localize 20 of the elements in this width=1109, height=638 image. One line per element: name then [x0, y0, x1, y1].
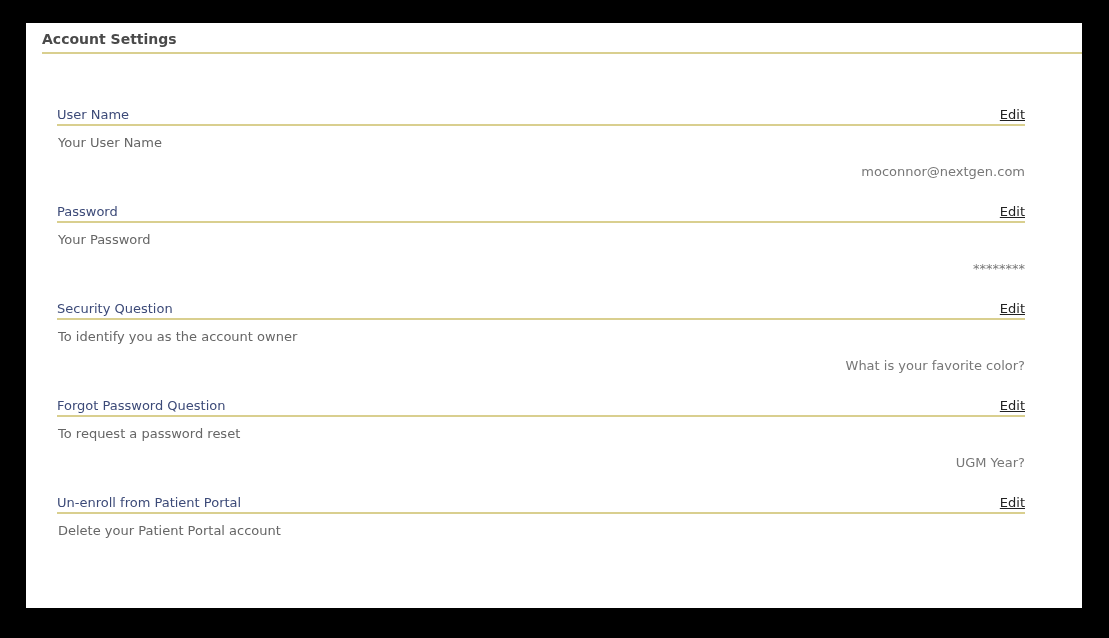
section-description: Your User Name	[57, 135, 163, 150]
edit-link[interactable]: Edit	[999, 398, 1025, 413]
section-description: Delete your Patient Portal account	[57, 523, 282, 538]
edit-link[interactable]: Edit	[999, 204, 1025, 219]
section-heading: Password	[57, 204, 118, 219]
page-title: Account Settings	[42, 31, 1082, 54]
setting-value: UGM Year?	[955, 455, 1025, 470]
section-heading: Un-enroll from Patient Portal	[57, 495, 242, 510]
setting-value: moconnor@nextgen.com	[861, 164, 1025, 179]
section-description: Your Password	[57, 232, 152, 247]
edit-link[interactable]: Edit	[999, 495, 1025, 510]
setting-value: ********	[973, 261, 1025, 276]
edit-link[interactable]: Edit	[999, 301, 1025, 316]
section-description: To request a password reset	[57, 426, 242, 441]
edit-link[interactable]: Edit	[999, 107, 1025, 122]
setting-value: What is your favorite color?	[845, 358, 1025, 373]
section-heading: Security Question	[57, 301, 173, 316]
section-description: To identify you as the account owner	[57, 329, 299, 344]
section-heading: User Name	[57, 107, 130, 122]
section-heading: Forgot Password Question	[57, 398, 226, 413]
